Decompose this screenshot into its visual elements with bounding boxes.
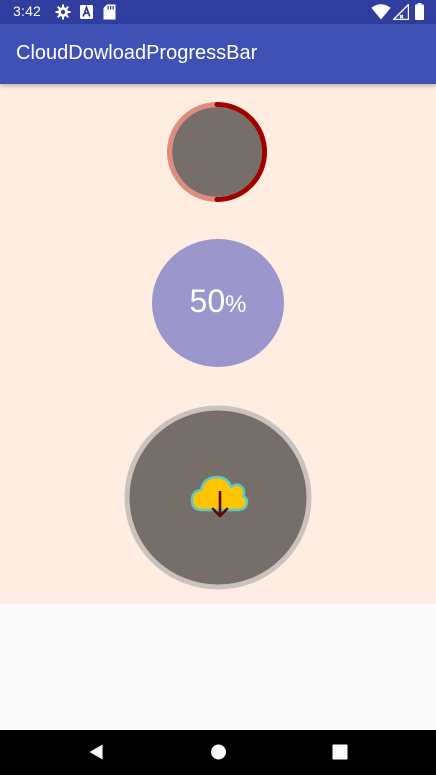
status-bar: 3:42 xyxy=(0,0,436,24)
wifi-icon xyxy=(371,4,391,20)
back-icon[interactable] xyxy=(88,743,104,761)
gear-icon xyxy=(55,4,71,20)
home-icon[interactable] xyxy=(210,743,227,761)
status-time: 3:42 xyxy=(13,3,42,19)
percent-value: 50 xyxy=(189,283,226,319)
cloud-download-button[interactable] xyxy=(124,405,312,590)
content-area: 50% xyxy=(0,84,436,604)
battery-icon xyxy=(415,3,424,20)
app-title: CloudDowloadProgressBar xyxy=(16,42,258,64)
percent-unit: % xyxy=(225,291,247,318)
recents-icon[interactable] xyxy=(332,744,348,760)
app-bar: CloudDowloadProgressBar xyxy=(0,24,436,84)
navigation-bar xyxy=(0,730,436,775)
a-badge-icon xyxy=(80,4,94,20)
sd-card-icon xyxy=(103,4,116,20)
ring-progress-indicator xyxy=(165,102,269,202)
empty-area xyxy=(0,604,436,730)
signal-icon xyxy=(393,4,409,20)
percent-progress-indicator: 50% xyxy=(152,239,284,367)
